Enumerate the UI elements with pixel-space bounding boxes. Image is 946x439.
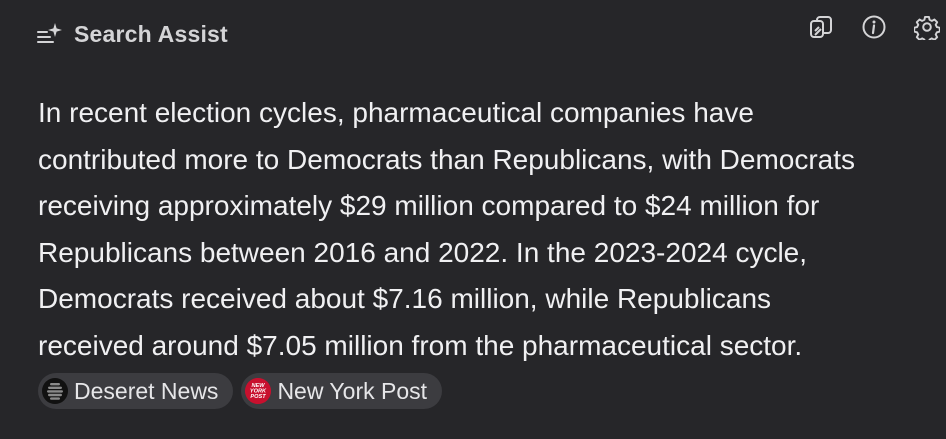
answer-line: received around $7.05 million from the p… <box>38 329 803 361</box>
answer-line: contributed more to Democrats than Repub… <box>38 143 856 175</box>
sources-list: Deseret News NEW YORK POST New York Post <box>38 373 450 409</box>
header-actions <box>783 14 942 44</box>
answer-line: Democrats received about $7.16 million, … <box>38 283 772 314</box>
info-button[interactable] <box>859 14 889 44</box>
source-chip-deseret-news[interactable]: Deseret News <box>38 373 234 409</box>
search-assist-title: Search Assist <box>74 20 228 47</box>
copy-icon <box>808 14 834 45</box>
gear-icon <box>913 14 941 45</box>
answer-line: In recent election cycles, pharmaceutica… <box>38 97 754 128</box>
settings-button[interactable] <box>912 14 942 44</box>
answer-line: Republicans between 2016 and 2022. In th… <box>38 236 808 268</box>
nypost-logo-text: POST <box>251 394 267 400</box>
answer-line: receiving approximately $29 million comp… <box>38 190 820 221</box>
source-label: New York Post <box>277 377 428 404</box>
copy-button[interactable] <box>806 14 836 44</box>
source-label: Deseret News <box>74 377 219 404</box>
info-icon <box>861 14 887 45</box>
search-assist-answer: In recent election cycles, pharmaceutica… <box>38 90 938 369</box>
source-chip-new-york-post[interactable]: NEW YORK POST New York Post <box>241 373 443 409</box>
deseret-news-favicon <box>42 378 68 404</box>
sparkle-list-icon <box>36 20 64 48</box>
search-assist-header: Search Assist <box>36 17 228 51</box>
new-york-post-favicon: NEW YORK POST <box>245 378 272 404</box>
